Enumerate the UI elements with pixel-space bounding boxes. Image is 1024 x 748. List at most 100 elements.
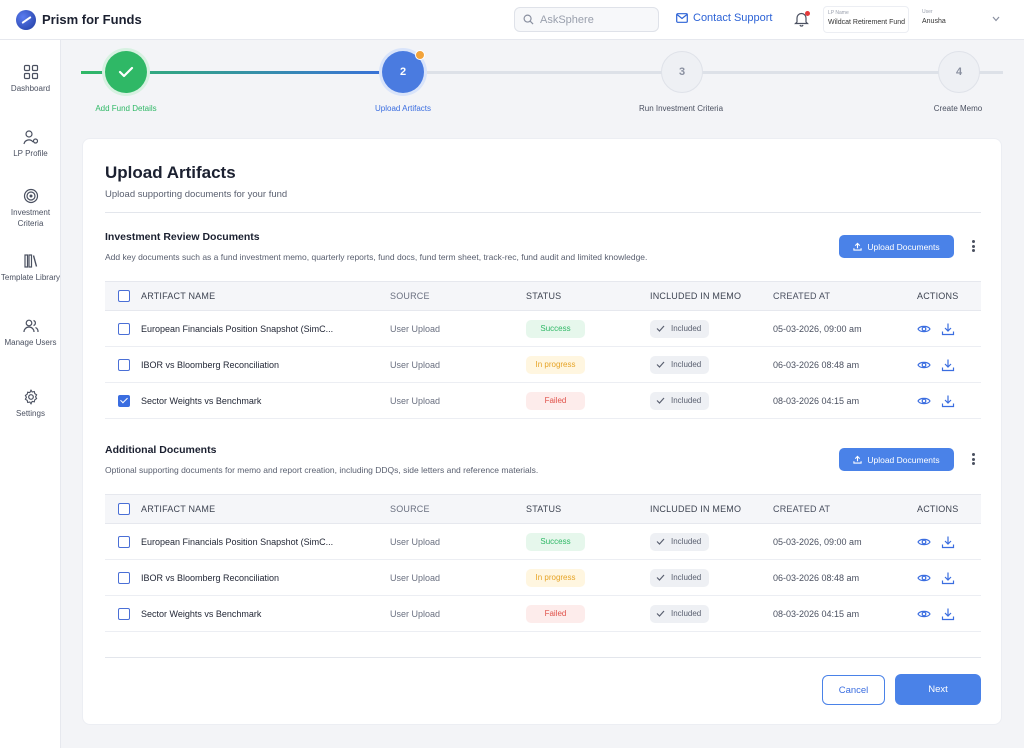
- column-header[interactable]: SOURCE: [390, 494, 526, 524]
- user-gear-icon: [22, 130, 38, 145]
- divider: [105, 212, 981, 213]
- books-icon: [23, 254, 37, 268]
- included-in-memo-toggle[interactable]: Included: [650, 568, 710, 587]
- table-row[interactable]: IBOR vs Bloomberg Reconciliation User Upl…: [105, 559, 981, 596]
- actions-cell: [917, 346, 981, 383]
- row-checkbox[interactable]: [118, 535, 130, 548]
- column-header[interactable]: STATUS: [526, 494, 650, 524]
- row-checkbox[interactable]: [118, 322, 130, 335]
- included-in-memo-toggle[interactable]: Included: [650, 604, 710, 623]
- user-key: User: [922, 9, 933, 15]
- column-header[interactable]: ARTIFACT NAME: [141, 494, 390, 524]
- column-header[interactable]: INCLUDED IN MEMO: [650, 494, 773, 524]
- table-header-row: ARTIFACT NAME SOURCE STATUS INCLUDED IN …: [105, 281, 981, 311]
- view-icon[interactable]: [917, 571, 931, 585]
- step-4-circle[interactable]: 4: [938, 51, 980, 93]
- search-box[interactable]: [514, 7, 659, 32]
- sidebar-item-template-library[interactable]: Template Library: [0, 253, 61, 283]
- brand[interactable]: Prism for Funds: [16, 9, 142, 30]
- download-icon[interactable]: [941, 607, 955, 621]
- download-icon[interactable]: [941, 394, 955, 408]
- column-header[interactable]: SOURCE: [390, 281, 526, 311]
- search-input[interactable]: [540, 13, 650, 26]
- check-icon: [656, 397, 671, 404]
- included-in-memo-toggle[interactable]: Included: [650, 355, 710, 374]
- view-icon[interactable]: [917, 535, 931, 549]
- step-2-circle[interactable]: 2: [382, 50, 425, 93]
- upload-documents-label: Upload Documents: [867, 241, 940, 252]
- memo-cell: Included: [650, 310, 773, 347]
- memo-cell: Included: [650, 595, 773, 632]
- download-icon[interactable]: [941, 358, 955, 372]
- select-all-checkbox[interactable]: [118, 290, 130, 302]
- row-checkbox[interactable]: [118, 571, 130, 584]
- more-options-icon[interactable]: [967, 451, 979, 467]
- next-button[interactable]: Next: [895, 674, 981, 705]
- column-header[interactable]: ARTIFACT NAME: [141, 281, 390, 311]
- sidebar-item-dashboard[interactable]: Dashboard: [0, 64, 61, 94]
- sidebar-item-settings[interactable]: Settings: [0, 389, 61, 419]
- sidebar-item-investment-criteria[interactable]: Investment Criteria: [0, 188, 61, 229]
- step-1-circle[interactable]: [105, 51, 147, 93]
- investment-review-table: ARTIFACT NAME SOURCE STATUS INCLUDED IN …: [105, 281, 981, 419]
- select-all-checkbox[interactable]: [118, 503, 130, 515]
- view-icon[interactable]: [917, 322, 931, 336]
- column-header[interactable]: INCLUDED IN MEMO: [650, 281, 773, 311]
- column-header[interactable]: STATUS: [526, 281, 650, 311]
- created-at: 06-03-2026 08:48 am: [773, 346, 917, 383]
- status-badge: Success: [526, 532, 585, 551]
- memo-cell: Included: [650, 523, 773, 560]
- included-in-memo-toggle[interactable]: Included: [650, 532, 710, 551]
- view-icon[interactable]: [917, 394, 931, 408]
- artifact-source: User Upload: [390, 346, 526, 383]
- contact-support-link[interactable]: Contact Support: [676, 12, 773, 24]
- column-header[interactable]: CREATED AT: [773, 281, 917, 311]
- view-icon[interactable]: [917, 607, 931, 621]
- artifact-name: IBOR vs Bloomberg Reconciliation: [141, 559, 390, 596]
- upload-documents-button[interactable]: Upload Documents: [839, 235, 954, 258]
- stepper-track-pending: [403, 71, 1003, 74]
- table-row[interactable]: IBOR vs Bloomberg Reconciliation User Upl…: [105, 346, 981, 383]
- artifact-name: IBOR vs Bloomberg Reconciliation: [141, 346, 390, 383]
- artifact-name: European Financials Position Snapshot (S…: [141, 310, 390, 347]
- table-row[interactable]: Sector Weights vs Benchmark User Upload Fa…: [105, 595, 981, 632]
- row-checkbox[interactable]: [118, 607, 130, 620]
- sidebar-item-manage-users[interactable]: Manage Users: [0, 318, 61, 348]
- status-badge: Failed: [526, 391, 585, 410]
- page-subtitle: Upload supporting documents for your fun…: [105, 189, 288, 200]
- table-row[interactable]: European Financials Position Snapshot (S…: [105, 310, 981, 347]
- cancel-button[interactable]: Cancel: [822, 675, 885, 705]
- row-checkbox[interactable]: [118, 358, 130, 371]
- row-checkbox[interactable]: [118, 394, 130, 407]
- actions-cell: [917, 595, 981, 632]
- column-header[interactable]: CREATED AT: [773, 494, 917, 524]
- included-in-memo-toggle[interactable]: Included: [650, 319, 710, 338]
- search-icon: [523, 14, 534, 25]
- step-badge: [415, 50, 425, 60]
- more-options-icon[interactable]: [967, 238, 979, 254]
- download-icon[interactable]: [941, 322, 955, 336]
- view-icon[interactable]: [917, 358, 931, 372]
- row-select-cell: [105, 559, 141, 596]
- step-3-circle[interactable]: 3: [661, 51, 703, 93]
- user-menu[interactable]: User Anusha: [918, 6, 1004, 33]
- artifact-source: User Upload: [390, 310, 526, 347]
- row-select-cell: [105, 595, 141, 632]
- lp-key: LP Name: [828, 10, 849, 16]
- included-in-memo-toggle[interactable]: Included: [650, 391, 710, 410]
- download-icon[interactable]: [941, 571, 955, 585]
- actions-cell: [917, 382, 981, 419]
- download-icon[interactable]: [941, 535, 955, 549]
- table-row[interactable]: Sector Weights vs Benchmark User Upload Fa…: [105, 382, 981, 419]
- upload-documents-button[interactable]: Upload Documents: [839, 448, 954, 471]
- lp-selector[interactable]: LP Name Wildcat Retirement Fund: [823, 6, 909, 33]
- contact-support-label: Contact Support: [693, 12, 773, 24]
- row-select-cell: [105, 523, 141, 560]
- step-4-label: Create Memo: [933, 104, 983, 113]
- sidebar-item-lp-profile[interactable]: LP Profile: [0, 129, 61, 159]
- table-row[interactable]: European Financials Position Snapshot (S…: [105, 523, 981, 560]
- notifications-button[interactable]: [793, 10, 810, 28]
- upload-documents-label: Upload Documents: [867, 454, 940, 465]
- check-icon: [656, 574, 671, 581]
- check-icon: [656, 325, 671, 332]
